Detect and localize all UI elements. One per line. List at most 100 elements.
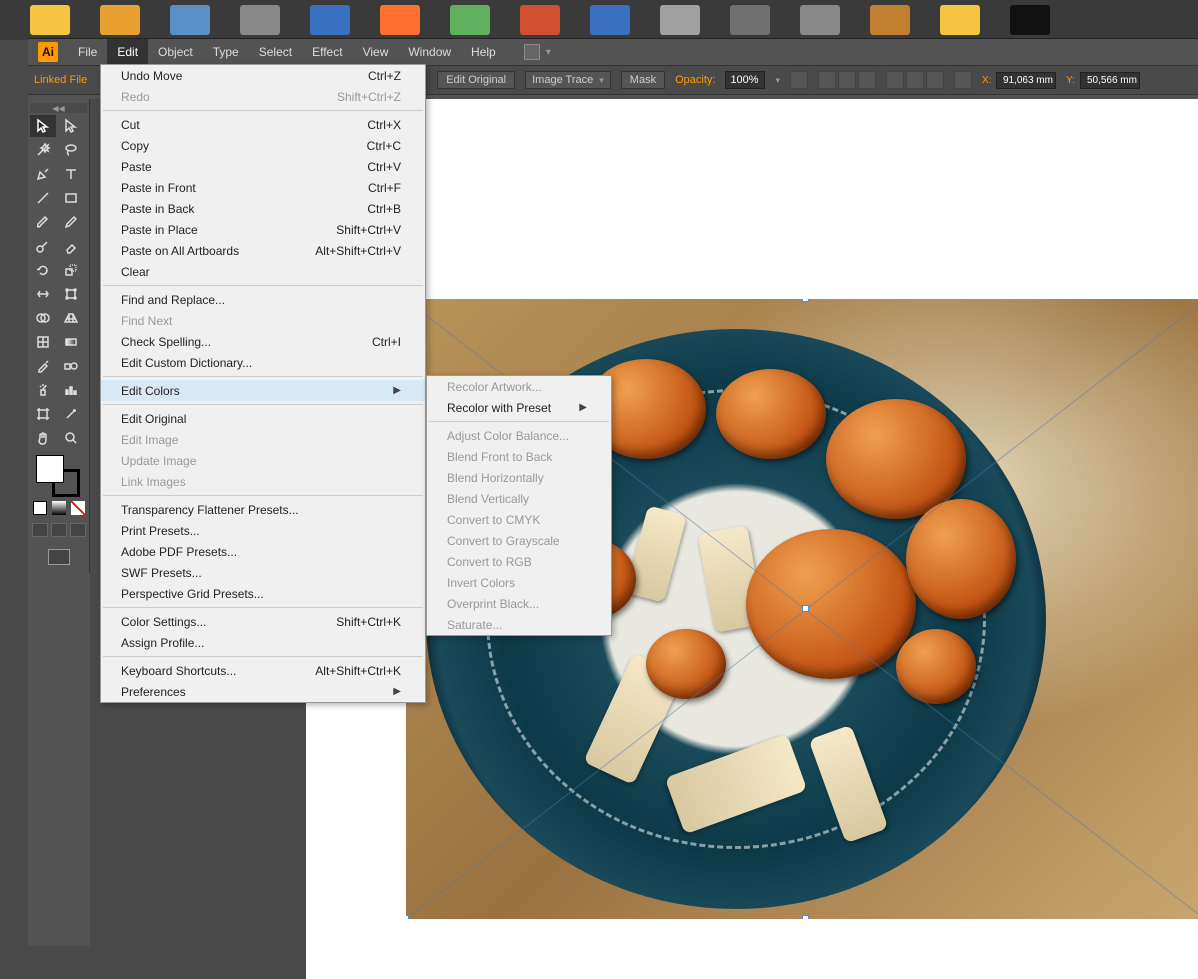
blob-brush-tool[interactable] (30, 235, 56, 257)
taskbar-icon[interactable] (1010, 5, 1050, 35)
hand-tool[interactable] (30, 427, 56, 449)
menu-item[interactable]: Paste in FrontCtrl+F (101, 177, 425, 198)
menu-file[interactable]: File (68, 39, 107, 65)
menu-window[interactable]: Window (398, 39, 461, 65)
menu-item[interactable]: Assign Profile... (101, 632, 425, 653)
scale-tool[interactable] (58, 259, 84, 281)
selection-handle[interactable] (802, 915, 809, 919)
gradient-tool[interactable] (58, 331, 84, 353)
menu-object[interactable]: Object (148, 39, 203, 65)
edit-original-button[interactable]: Edit Original (437, 71, 515, 89)
draw-inside-icon[interactable] (70, 523, 86, 537)
direct-selection-tool[interactable] (58, 115, 84, 137)
none-mode-icon[interactable] (71, 501, 85, 515)
menu-item[interactable]: Keyboard Shortcuts...Alt+Shift+Ctrl+K (101, 660, 425, 681)
blend-tool[interactable] (58, 355, 84, 377)
menu-item[interactable]: Edit Original (101, 408, 425, 429)
menu-item[interactable]: Paste in BackCtrl+B (101, 198, 425, 219)
panel-collapse-icon[interactable]: ◀◀ (30, 103, 87, 113)
taskbar-icon[interactable] (170, 5, 210, 35)
selection-handle[interactable] (406, 915, 409, 919)
width-tool[interactable] (30, 283, 56, 305)
menu-item[interactable]: Edit Colors▶ (101, 380, 425, 401)
pencil-tool[interactable] (58, 211, 84, 233)
lasso-tool[interactable] (58, 139, 84, 161)
shape-builder-tool[interactable] (30, 307, 56, 329)
slice-tool[interactable] (58, 403, 84, 425)
menu-select[interactable]: Select (249, 39, 302, 65)
transform-icon[interactable] (954, 71, 972, 89)
menu-item[interactable]: Edit Custom Dictionary... (101, 352, 425, 373)
menu-item[interactable]: CopyCtrl+C (101, 135, 425, 156)
align-icon[interactable] (906, 71, 924, 89)
line-tool[interactable] (30, 187, 56, 209)
y-input[interactable]: 50,566 mm (1080, 72, 1140, 89)
menu-item[interactable]: Transparency Flattener Presets... (101, 499, 425, 520)
taskbar-icon[interactable] (30, 5, 70, 35)
mask-button[interactable]: Mask (621, 71, 665, 89)
taskbar-icon[interactable] (730, 5, 770, 35)
draw-behind-icon[interactable] (51, 523, 67, 537)
taskbar-icon[interactable] (240, 5, 280, 35)
menu-item[interactable]: PasteCtrl+V (101, 156, 425, 177)
align-icon[interactable] (886, 71, 904, 89)
x-input[interactable]: 91,063 mm (996, 72, 1056, 89)
menu-item[interactable]: Adobe PDF Presets... (101, 541, 425, 562)
column-graph-tool[interactable] (58, 379, 84, 401)
perspective-grid-tool[interactable] (58, 307, 84, 329)
menu-item[interactable]: Undo MoveCtrl+Z (101, 65, 425, 86)
taskbar-icon[interactable] (520, 5, 560, 35)
menu-item[interactable]: Preferences▶ (101, 681, 425, 702)
menu-item[interactable]: Paste on All ArtboardsAlt+Shift+Ctrl+V (101, 240, 425, 261)
eraser-tool[interactable] (58, 235, 84, 257)
pen-tool[interactable] (30, 163, 56, 185)
menu-item[interactable]: Paste in PlaceShift+Ctrl+V (101, 219, 425, 240)
taskbar-icon[interactable] (590, 5, 630, 35)
fill-stroke-swatch[interactable] (30, 455, 87, 499)
align-icon[interactable] (790, 71, 808, 89)
align-icon[interactable] (818, 71, 836, 89)
image-trace-dropdown[interactable]: Image Trace (525, 71, 611, 89)
taskbar-icon[interactable] (660, 5, 700, 35)
mesh-tool[interactable] (30, 331, 56, 353)
menu-item[interactable]: SWF Presets... (101, 562, 425, 583)
taskbar-icon[interactable] (450, 5, 490, 35)
selection-handle[interactable] (802, 299, 809, 302)
menu-item[interactable]: Clear (101, 261, 425, 282)
rectangle-tool[interactable] (58, 187, 84, 209)
artboard-tool[interactable] (30, 403, 56, 425)
align-icon[interactable] (858, 71, 876, 89)
taskbar-icon[interactable] (310, 5, 350, 35)
align-icon[interactable] (838, 71, 856, 89)
menu-edit[interactable]: Edit (107, 39, 148, 65)
fill-swatch[interactable] (36, 455, 64, 483)
type-tool[interactable] (58, 163, 84, 185)
taskbar-icon[interactable] (800, 5, 840, 35)
free-transform-tool[interactable] (58, 283, 84, 305)
color-mode-icon[interactable] (33, 501, 47, 515)
menu-item[interactable]: Perspective Grid Presets... (101, 583, 425, 604)
menu-item[interactable]: Color Settings...Shift+Ctrl+K (101, 611, 425, 632)
paintbrush-tool[interactable] (30, 211, 56, 233)
menu-item[interactable]: Recolor with Preset▶ (427, 397, 611, 418)
selection-tool[interactable] (30, 115, 56, 137)
selection-center-handle[interactable] (802, 605, 809, 612)
taskbar-icon[interactable] (870, 5, 910, 35)
menu-item[interactable]: CutCtrl+X (101, 114, 425, 135)
draw-normal-icon[interactable] (32, 523, 48, 537)
zoom-tool[interactable] (58, 427, 84, 449)
opacity-input[interactable]: 100% (725, 71, 765, 89)
eyedropper-tool[interactable] (30, 355, 56, 377)
magic-wand-tool[interactable] (30, 139, 56, 161)
taskbar-icon[interactable] (380, 5, 420, 35)
align-icon[interactable] (926, 71, 944, 89)
menu-type[interactable]: Type (203, 39, 249, 65)
menu-effect[interactable]: Effect (302, 39, 352, 65)
rotate-tool[interactable] (30, 259, 56, 281)
menu-help[interactable]: Help (461, 39, 506, 65)
taskbar-icon[interactable] (100, 5, 140, 35)
symbol-sprayer-tool[interactable] (30, 379, 56, 401)
menu-item[interactable]: Check Spelling...Ctrl+I (101, 331, 425, 352)
screen-mode-button[interactable] (30, 545, 87, 569)
layout-icon[interactable] (524, 44, 540, 60)
